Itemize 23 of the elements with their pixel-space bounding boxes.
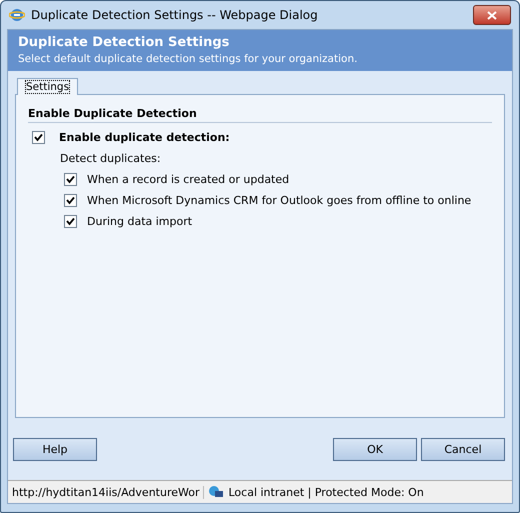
header-subtitle: Select default duplicate detection settings for your organization.	[18, 53, 358, 65]
close-icon	[487, 10, 497, 20]
browser-icon	[9, 7, 25, 23]
checkbox-label: When Microsoft Dynamics CRM for Outlook goes from offline to online	[87, 194, 472, 207]
ok-button[interactable]: OK	[333, 438, 417, 460]
checkbox-label: During data import	[87, 215, 192, 228]
globe-computer-icon	[208, 485, 224, 499]
status-url: http://hydtitan14iis/AdventureWor	[8, 486, 204, 498]
checkbox[interactable]	[64, 173, 77, 186]
tab[interactable]: Settings	[17, 78, 78, 95]
checkbox-label: Enable duplicate detection:	[59, 131, 230, 144]
close-button[interactable]	[473, 5, 511, 25]
checkbox[interactable]	[32, 131, 45, 144]
checkbox[interactable]	[64, 215, 77, 228]
help-button[interactable]: Help	[13, 438, 97, 460]
checkbox-label: When a record is created or updated	[87, 173, 290, 186]
window-title: Duplicate Detection Settings -- Webpage Dialog	[31, 8, 319, 22]
header-title: Duplicate Detection Settings	[18, 35, 230, 50]
section-title: Enable Duplicate Detection	[28, 107, 492, 123]
checkbox[interactable]	[64, 194, 77, 207]
detect-label: Detect duplicates:	[60, 152, 162, 165]
cancel-button[interactable]: Cancel	[421, 438, 505, 460]
security-zone: Local intranet | Protected Mode: On	[228, 486, 424, 498]
